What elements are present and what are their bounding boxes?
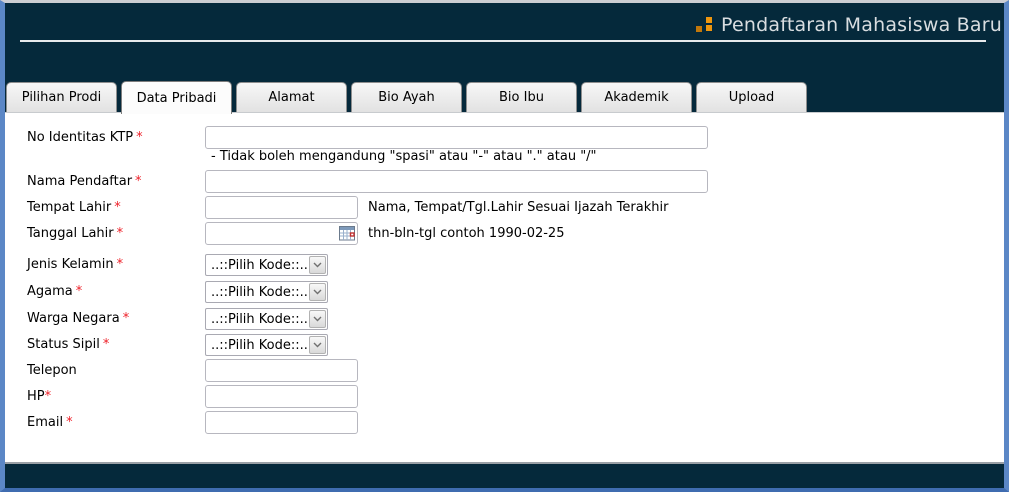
required-marker: * bbox=[45, 389, 52, 404]
chevron-down-icon bbox=[309, 283, 326, 301]
tab-data-pribadi[interactable]: Data Pribadi bbox=[121, 81, 232, 114]
calendar-icon[interactable] bbox=[339, 225, 355, 241]
chevron-down-icon bbox=[309, 310, 326, 328]
tab-bio-ibu[interactable]: Bio Ibu bbox=[466, 82, 577, 112]
agama-selected-value: ..::Pilih Kode::.. bbox=[206, 282, 308, 302]
required-marker: * bbox=[103, 337, 110, 352]
tempat-lahir-label: Tempat Lahir* bbox=[27, 200, 205, 215]
field-row-jenis-kelamin: Jenis Kelamin* ..::Pilih Kode::.. bbox=[27, 251, 1004, 278]
header: Pendaftaran Mahasiswa Baru bbox=[696, 14, 1002, 36]
tanggal-lahir-note: thn-bln-tgl contoh 1990-02-25 bbox=[368, 226, 564, 241]
jenis-kelamin-label: Jenis Kelamin* bbox=[27, 257, 205, 272]
field-row-agama: Agama* ..::Pilih Kode::.. bbox=[27, 278, 1004, 305]
required-marker: * bbox=[114, 200, 121, 215]
field-row-status-sipil: Status Sipil* ..::Pilih Kode::.. bbox=[27, 332, 1004, 357]
status-sipil-label: Status Sipil* bbox=[27, 337, 205, 352]
tab-upload[interactable]: Upload bbox=[696, 82, 807, 112]
required-marker: * bbox=[76, 284, 83, 299]
ktp-hint: - Tidak boleh mengandung "spasi" atau "-… bbox=[27, 150, 1004, 168]
tanggal-lahir-input[interactable] bbox=[205, 222, 358, 245]
agama-label: Agama* bbox=[27, 284, 205, 299]
hp-label: HP* bbox=[27, 389, 205, 404]
tab-alamat[interactable]: Alamat bbox=[236, 82, 347, 112]
header-divider bbox=[20, 40, 986, 42]
tempat-lahir-input[interactable] bbox=[205, 196, 358, 219]
nama-input[interactable] bbox=[205, 170, 708, 193]
tab-akademik[interactable]: Akademik bbox=[581, 82, 692, 112]
ktp-label: No Identitas KTP* bbox=[27, 130, 205, 145]
email-label: Email* bbox=[27, 415, 205, 430]
ktp-input[interactable] bbox=[205, 126, 708, 149]
field-row-tempat-lahir: Tempat Lahir* Nama, Tempat/Tgl.Lahir Ses… bbox=[27, 194, 1004, 220]
tanggal-lahir-field bbox=[205, 222, 358, 245]
data-pribadi-form: No Identitas KTP* - Tidak boleh mengandu… bbox=[5, 113, 1004, 435]
tempat-lahir-note: Nama, Tempat/Tgl.Lahir Sesuai Ijazah Ter… bbox=[368, 200, 668, 215]
field-row-telepon: Telepon bbox=[27, 357, 1004, 383]
warga-negara-selected-value: ..::Pilih Kode::.. bbox=[206, 309, 308, 329]
page-title: Pendaftaran Mahasiswa Baru bbox=[721, 14, 1002, 36]
chevron-down-icon bbox=[309, 336, 326, 354]
required-marker: * bbox=[66, 415, 73, 430]
warga-negara-select[interactable]: ..::Pilih Kode::.. bbox=[205, 308, 328, 330]
hp-input[interactable] bbox=[205, 385, 358, 408]
agama-select[interactable]: ..::Pilih Kode::.. bbox=[205, 281, 328, 303]
field-row-tanggal-lahir: Tanggal Lahir* thn-bln-tgl contoh 199 bbox=[27, 220, 1004, 246]
nama-label: Nama Pendaftar* bbox=[27, 174, 205, 189]
status-sipil-selected-value: ..::Pilih Kode::.. bbox=[206, 335, 308, 355]
app-window: Pendaftaran Mahasiswa Baru Pilihan Prodi… bbox=[0, 0, 1009, 492]
required-marker: * bbox=[123, 311, 130, 326]
jenis-kelamin-selected-value: ..::Pilih Kode::.. bbox=[206, 255, 308, 275]
tab-bar: Pilihan Prodi Data Pribadi Alamat Bio Ay… bbox=[6, 79, 1004, 112]
field-row-warga-negara: Warga Negara* ..::Pilih Kode::.. bbox=[27, 305, 1004, 332]
tab-bio-ayah[interactable]: Bio Ayah bbox=[351, 82, 462, 112]
field-row-email: Email* bbox=[27, 409, 1004, 435]
required-marker: * bbox=[117, 257, 124, 272]
email-input[interactable] bbox=[205, 411, 358, 434]
field-row-nama: Nama Pendaftar* bbox=[27, 168, 1004, 194]
footer-bar bbox=[5, 464, 1004, 488]
required-marker: * bbox=[136, 130, 143, 145]
warga-negara-label: Warga Negara* bbox=[27, 311, 205, 326]
field-row-hp: HP* bbox=[27, 383, 1004, 409]
tanggal-lahir-label: Tanggal Lahir* bbox=[27, 226, 205, 241]
status-sipil-select[interactable]: ..::Pilih Kode::.. bbox=[205, 334, 328, 356]
chevron-down-icon bbox=[309, 256, 326, 274]
telepon-label: Telepon bbox=[27, 363, 205, 378]
app-logo-icon bbox=[696, 17, 713, 33]
telepon-input[interactable] bbox=[205, 359, 358, 382]
tab-panel-data-pribadi: No Identitas KTP* - Tidak boleh mengandu… bbox=[5, 112, 1004, 464]
jenis-kelamin-select[interactable]: ..::Pilih Kode::.. bbox=[205, 254, 328, 276]
field-row-ktp: No Identitas KTP* bbox=[27, 125, 1004, 150]
required-marker: * bbox=[117, 226, 124, 241]
tab-pilihan-prodi[interactable]: Pilihan Prodi bbox=[6, 82, 117, 112]
required-marker: * bbox=[135, 174, 142, 189]
